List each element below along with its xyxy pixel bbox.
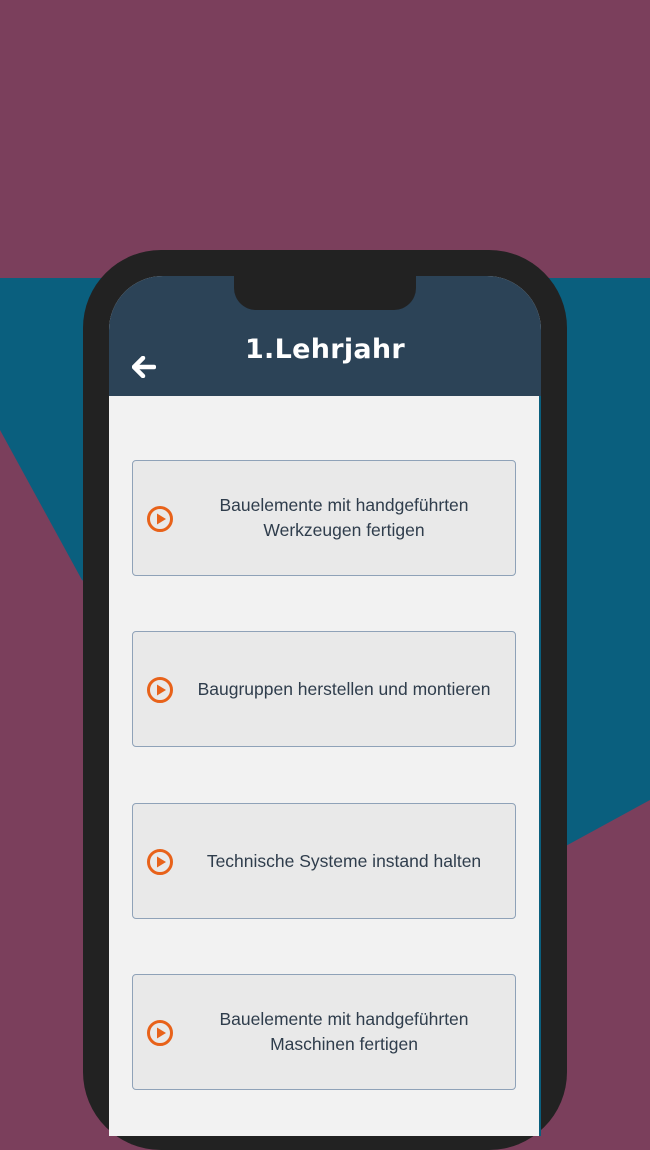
play-circle-icon	[147, 506, 173, 532]
module-title-line: Bauelemente mit handgeführten	[219, 1009, 469, 1029]
play-circle-icon	[147, 1020, 173, 1046]
play-circle-icon	[147, 677, 173, 703]
phone-mockup: 1.Lehrjahr Bauelemente mit handgeführten…	[83, 250, 567, 1150]
module-title: Bauelemente mit handgeführten Werkzeugen…	[181, 461, 507, 575]
module-list: Bauelemente mit handgeführten Werkzeugen…	[109, 396, 539, 1136]
module-title-line: Werkzeugen fertigen	[263, 520, 425, 540]
module-card-3[interactable]: Technische Systeme instand halten	[132, 803, 516, 919]
phone-notch	[234, 276, 416, 310]
module-card-1[interactable]: Bauelemente mit handgeführten Werkzeugen…	[132, 460, 516, 576]
module-title-line: Technische Systeme instand halten	[206, 850, 482, 871]
app-screen: 1.Lehrjahr Bauelemente mit handgeführten…	[109, 276, 541, 1136]
page-title: 1.Lehrjahr	[244, 334, 406, 365]
module-title-line: Baugruppen herstellen und montieren	[197, 678, 491, 699]
module-title: Baugruppen herstellen und montieren	[181, 632, 507, 746]
module-card-2[interactable]: Baugruppen herstellen und montieren	[132, 631, 516, 747]
module-card-4[interactable]: Bauelemente mit handgeführten Maschinen …	[132, 974, 516, 1090]
module-title-line: Bauelemente mit handgeführten	[219, 495, 469, 515]
module-title-line: Maschinen fertigen	[270, 1034, 418, 1054]
module-title: Technische Systeme instand halten	[181, 804, 507, 918]
module-title: Bauelemente mit handgeführten Maschinen …	[181, 975, 507, 1089]
play-circle-icon	[147, 849, 173, 875]
screen-edge	[539, 396, 541, 1136]
